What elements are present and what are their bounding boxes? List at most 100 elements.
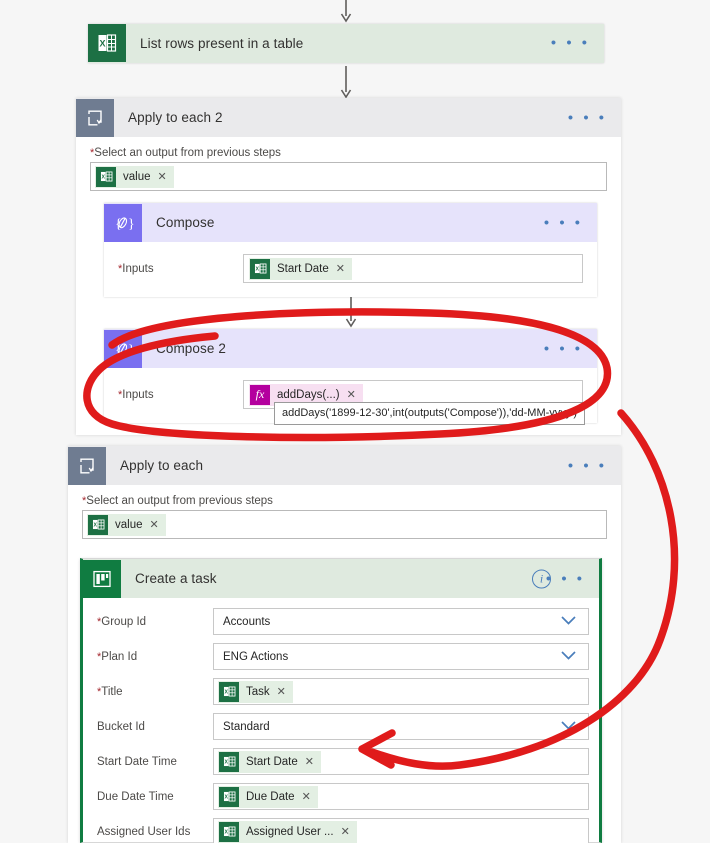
remove-token-button[interactable]: ✕ — [336, 262, 345, 275]
label-text: Plan Id — [101, 650, 138, 663]
token-assigned-user[interactable]: X Assigned User ... ✕ — [218, 820, 357, 843]
overflow-menu-button[interactable]: • • • — [568, 458, 607, 473]
svg-text:{: { — [115, 343, 122, 358]
token-label: addDays(...) — [277, 388, 340, 401]
compose-inputs-field[interactable]: X Start Date ✕ — [243, 254, 583, 283]
chevron-down-icon[interactable] — [561, 615, 576, 628]
token-field-due-date-time[interactable]: X Due Date ✕ — [213, 783, 589, 810]
field-label-group-id: *Group Id — [97, 616, 213, 628]
field-label-start-date-time: Start Date Time — [97, 756, 213, 768]
token-label: Assigned User ... — [246, 825, 334, 838]
remove-token-button[interactable]: ✕ — [302, 790, 311, 803]
field-label-title: *Title — [97, 686, 213, 698]
chevron-down-icon[interactable] — [561, 720, 576, 733]
action-card-list-rows[interactable]: X List rows present in a table • • • — [88, 24, 604, 63]
svg-text:X: X — [224, 689, 228, 695]
svg-text:X: X — [99, 39, 105, 49]
function-icon: fx — [250, 384, 270, 405]
remove-token-button[interactable]: ✕ — [150, 518, 159, 531]
loop-icon — [68, 446, 106, 485]
select-output-input[interactable]: X value ✕ — [90, 162, 607, 191]
svg-text:X: X — [224, 759, 228, 765]
remove-token-button[interactable]: ✕ — [158, 170, 167, 183]
field-label-due-date-time: Due Date Time — [97, 791, 213, 803]
selected-value: ENG Actions — [223, 650, 289, 663]
form-row-plan-id: *Plan Id ENG Actions — [83, 639, 599, 674]
form-row-group-id: *Group Id Accounts — [83, 604, 599, 639]
token-start-date[interactable]: X Start Date ✕ — [218, 750, 321, 773]
create-task-form: *Group Id Accounts *Plan Id ENG Actions *Tit… — [83, 598, 599, 843]
token-label: value — [115, 518, 143, 531]
label-text: Assigned User Ids — [97, 825, 191, 838]
compose-icon: { } — [104, 203, 142, 242]
token-label: Task — [246, 685, 270, 698]
action-title: Compose 2 — [156, 341, 226, 356]
token-due-date[interactable]: X Due Date ✕ — [218, 785, 318, 808]
connector-arrow-2 — [104, 297, 597, 329]
token-label: value — [123, 170, 151, 183]
action-title: Create a task — [135, 571, 217, 586]
svg-text:}: } — [128, 217, 134, 232]
form-row-due-date-time: Due Date Time X Due Date ✕ — [83, 779, 599, 814]
excel-icon: X — [219, 681, 239, 702]
flow-designer-canvas: X List rows present in a table • • • App… — [0, 0, 710, 843]
token-field-assigned-user-ids[interactable]: X Assigned User ... ✕ — [213, 818, 589, 843]
label-text: Group Id — [101, 615, 147, 628]
remove-token-button[interactable]: ✕ — [277, 685, 286, 698]
select-output-input[interactable]: X value ✕ — [82, 510, 607, 539]
svg-text:X: X — [101, 174, 105, 180]
excel-icon: X — [88, 24, 126, 62]
excel-icon: X — [96, 166, 116, 187]
token-field-start-date-time[interactable]: X Start Date ✕ — [213, 748, 589, 775]
action-card-compose[interactable]: { } Compose • • • *Inputs — [104, 203, 597, 297]
overflow-menu-button[interactable]: • • • — [546, 571, 585, 586]
token-start-date[interactable]: X Start Date ✕ — [249, 257, 352, 280]
expression-tooltip: addDays('1899-12-30',int(outputs('Compos… — [274, 402, 586, 425]
selected-value: Accounts — [223, 615, 271, 628]
svg-text:}: } — [128, 343, 134, 358]
svg-text:{: { — [115, 217, 122, 232]
scope-apply-to-each-2[interactable]: Apply to each 2 • • • *Select an output … — [76, 98, 621, 435]
field-label-assigned-user-ids: Assigned User Ids — [97, 826, 213, 838]
overflow-menu-button[interactable]: • • • — [568, 110, 607, 125]
label-text: Title — [101, 685, 123, 698]
remove-token-button[interactable]: ✕ — [305, 755, 314, 768]
remove-token-button[interactable]: ✕ — [347, 388, 356, 401]
token-task[interactable]: X Task ✕ — [218, 680, 293, 703]
svg-text:X: X — [224, 794, 228, 800]
overflow-menu-button[interactable]: • • • — [551, 36, 590, 51]
svg-text:X: X — [255, 266, 259, 272]
token-label: Due Date — [246, 790, 295, 803]
token-label: Start Date — [246, 755, 298, 768]
form-row-start-date-time: Start Date Time X Start Date ✕ — [83, 744, 599, 779]
overflow-menu-button[interactable]: • • • — [544, 215, 583, 230]
dropdown-plan-id[interactable]: ENG Actions — [213, 643, 589, 670]
action-title: List rows present in a table — [140, 35, 304, 51]
excel-icon: X — [219, 821, 239, 842]
excel-icon: X — [219, 786, 239, 807]
field-label-plan-id: *Plan Id — [97, 651, 213, 663]
dropdown-group-id[interactable]: Accounts — [213, 608, 589, 635]
svg-text:X: X — [224, 829, 228, 835]
remove-token-button[interactable]: ✕ — [341, 825, 350, 838]
select-output-label: *Select an output from previous steps — [82, 495, 273, 507]
token-field-title[interactable]: X Task ✕ — [213, 678, 589, 705]
field-label-bucket-id: Bucket Id — [97, 721, 213, 733]
excel-icon: X — [88, 514, 108, 535]
token-value[interactable]: X value ✕ — [95, 165, 174, 188]
connector-arrow-top — [88, 0, 604, 24]
dropdown-bucket-id[interactable]: Standard — [213, 713, 589, 740]
excel-icon: X — [219, 751, 239, 772]
scope-title: Apply to each — [120, 458, 204, 473]
label-text: Bucket Id — [97, 720, 145, 733]
compose-icon: { } — [104, 329, 142, 368]
chevron-down-icon[interactable] — [561, 650, 576, 663]
token-label: Start Date — [277, 262, 329, 275]
inputs-label: *Inputs — [118, 262, 154, 275]
connector-arrow-1 — [88, 66, 604, 100]
overflow-menu-button[interactable]: • • • — [544, 341, 583, 356]
form-row-title: *Title X Task ✕ — [83, 674, 599, 709]
token-value[interactable]: X value ✕ — [87, 513, 166, 536]
action-card-create-a-task[interactable]: Create a task i • • • *Group Id Accounts *… — [80, 558, 602, 843]
excel-icon: X — [250, 258, 270, 279]
